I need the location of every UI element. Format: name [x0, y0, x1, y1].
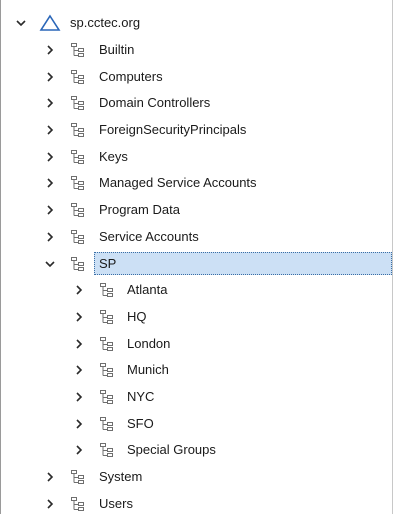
- chevron-right-icon[interactable]: [42, 229, 58, 245]
- chevron-right-icon[interactable]: [71, 416, 87, 432]
- tree-item-label: Service Accounts: [99, 228, 199, 244]
- tree-child-label: Munich: [127, 362, 169, 378]
- tree-child-item[interactable]: Atlanta: [0, 277, 392, 304]
- organizational-unit-icon: [70, 175, 86, 191]
- tree-item-label: Program Data: [99, 202, 180, 218]
- organizational-unit-icon: [99, 336, 115, 352]
- organizational-unit-icon: [99, 389, 115, 405]
- chevron-right-icon[interactable]: [71, 336, 87, 352]
- tree-item-label: Builtin: [99, 42, 135, 58]
- organizational-unit-icon: [70, 42, 86, 58]
- organizational-unit-icon: [99, 282, 115, 298]
- organizational-unit-icon: [70, 95, 86, 111]
- chevron-right-icon[interactable]: [42, 95, 58, 111]
- chevron-right-icon[interactable]: [42, 496, 58, 512]
- organizational-unit-icon: [70, 496, 86, 512]
- organizational-unit-icon: [70, 149, 86, 165]
- tree-child-label: SFO: [127, 415, 154, 431]
- chevron-right-icon[interactable]: [71, 442, 87, 458]
- chevron-right-icon[interactable]: [71, 282, 87, 298]
- tree-item-label: ForeignSecurityPrincipals: [99, 122, 247, 138]
- chevron-down-icon[interactable]: [13, 15, 29, 31]
- chevron-right-icon[interactable]: [71, 389, 87, 405]
- tree-item-selected[interactable]: SP: [0, 250, 392, 277]
- tree-item[interactable]: Computers: [0, 63, 392, 90]
- domain-triangle-icon: [39, 14, 61, 32]
- organizational-unit-icon: [99, 442, 115, 458]
- tree-child-label: Atlanta: [127, 282, 168, 298]
- organizational-unit-icon: [70, 229, 86, 245]
- tree-child-label: London: [127, 335, 171, 351]
- organizational-unit-icon: [70, 122, 86, 138]
- chevron-right-icon[interactable]: [42, 42, 58, 58]
- tree-child-item[interactable]: NYC: [0, 384, 392, 411]
- organizational-unit-icon: [99, 309, 115, 325]
- organizational-unit-icon: [70, 256, 86, 272]
- tree-item[interactable]: Builtin: [0, 37, 392, 64]
- tree-item[interactable]: Program Data: [0, 197, 392, 224]
- selection-highlight: [94, 252, 392, 276]
- chevron-right-icon[interactable]: [42, 175, 58, 191]
- tree-item[interactable]: Service Accounts: [0, 224, 392, 251]
- organizational-unit-icon: [70, 69, 86, 85]
- tree-item[interactable]: Domain Controllers: [0, 90, 392, 117]
- tree-child-item[interactable]: Special Groups: [0, 437, 392, 464]
- tree-item-label: System: [99, 469, 143, 485]
- tree-item-label: Keys: [99, 148, 128, 164]
- chevron-right-icon[interactable]: [42, 469, 58, 485]
- chevron-right-icon[interactable]: [71, 309, 87, 325]
- organizational-unit-icon: [99, 362, 115, 378]
- tree-item-label: Users: [99, 495, 133, 511]
- tree-item[interactable]: Users: [0, 490, 392, 517]
- tree-item[interactable]: Managed Service Accounts: [0, 170, 392, 197]
- chevron-right-icon[interactable]: [42, 122, 58, 138]
- chevron-right-icon[interactable]: [42, 202, 58, 218]
- tree-item[interactable]: System: [0, 464, 392, 491]
- tree-item-label: Managed Service Accounts: [99, 175, 257, 191]
- tree-root-label: sp.cctec.org: [70, 15, 141, 31]
- tree-item-label: SP: [99, 255, 117, 271]
- tree-child-label: Special Groups: [127, 442, 216, 458]
- chevron-right-icon[interactable]: [42, 69, 58, 85]
- tree-child-item[interactable]: London: [0, 330, 392, 357]
- chevron-right-icon[interactable]: [71, 362, 87, 378]
- tree-item[interactable]: ForeignSecurityPrincipals: [0, 117, 392, 144]
- organizational-unit-icon: [70, 202, 86, 218]
- tree-item-label: Domain Controllers: [99, 95, 211, 111]
- tree-root-node[interactable]: sp.cctec.org: [0, 10, 392, 37]
- ad-tree-view[interactable]: sp.cctec.org Builtin Computers Domain Co…: [0, 10, 392, 517]
- tree-child-item[interactable]: HQ: [0, 304, 392, 331]
- tree-child-label: HQ: [127, 308, 147, 324]
- tree-item-label: Computers: [99, 68, 163, 84]
- tree-item[interactable]: Keys: [0, 143, 392, 170]
- chevron-down-icon[interactable]: [42, 256, 58, 272]
- tree-child-item[interactable]: SFO: [0, 410, 392, 437]
- chevron-right-icon[interactable]: [42, 149, 58, 165]
- organizational-unit-icon: [70, 469, 86, 485]
- tree-child-label: NYC: [127, 388, 155, 404]
- organizational-unit-icon: [99, 416, 115, 432]
- right-border: [392, 0, 393, 514]
- tree-child-item[interactable]: Munich: [0, 357, 392, 384]
